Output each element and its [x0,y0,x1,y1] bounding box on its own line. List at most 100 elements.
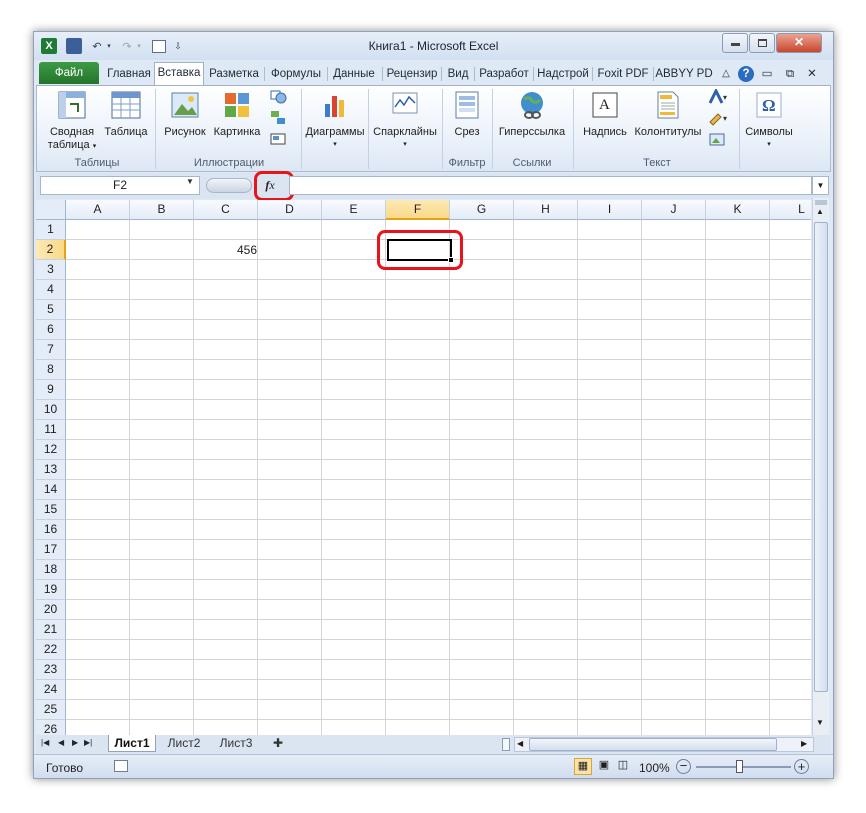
signature-line-button[interactable]: ▾ [705,110,733,128]
row-header-10[interactable]: 10 [36,400,66,420]
row-header-5[interactable]: 5 [36,300,66,320]
column-header-e[interactable]: E [322,200,386,220]
formula-bar-resize-handle[interactable] [206,178,252,193]
sheet-tab-1[interactable]: Лист1 [108,735,156,752]
column-header-j[interactable]: J [642,200,706,220]
select-all-corner[interactable] [36,200,66,220]
tab-split-handle[interactable] [502,738,510,751]
name-box-dropdown-icon[interactable]: ▼ [186,177,194,186]
horizontal-scrollbar[interactable]: ◀ ▶ [514,737,814,752]
row-header-1[interactable]: 1 [36,220,66,240]
row-header-4[interactable]: 4 [36,280,66,300]
row-header-21[interactable]: 21 [36,620,66,640]
row-header-20[interactable]: 20 [36,600,66,620]
row-header-19[interactable]: 19 [36,580,66,600]
row-header-9[interactable]: 9 [36,380,66,400]
row-header-18[interactable]: 18 [36,560,66,580]
help-icon[interactable]: ? [738,66,754,82]
column-header-g[interactable]: G [450,200,514,220]
vertical-scrollbar[interactable]: ▲ ▼ [812,198,829,735]
row-header-11[interactable]: 11 [36,420,66,440]
row-header-23[interactable]: 23 [36,660,66,680]
tab-addins[interactable]: Надстрой [535,64,591,85]
ribbon-insert: Сводная таблица ▾ Таблица Таблицы Рисуно… [36,85,831,172]
column-header-a[interactable]: A [66,200,130,220]
row-header-16[interactable]: 16 [36,520,66,540]
column-header-f[interactable]: F [386,200,450,220]
row-header-2[interactable]: 2 [36,240,66,260]
formula-input[interactable] [289,176,812,195]
page-layout-view-icon[interactable]: ▣ [595,758,613,775]
last-sheet-icon[interactable]: ▶| [84,738,92,747]
tab-foxit-pdf[interactable]: Foxit PDF [594,64,652,85]
tab-formulas[interactable]: Формулы [266,64,326,85]
scroll-left-icon[interactable]: ◀ [517,739,523,748]
picture-label: Рисунок [164,126,206,138]
smartart-button[interactable] [267,110,293,128]
tab-data[interactable]: Данные [328,64,380,85]
row-header-17[interactable]: 17 [36,540,66,560]
row-header-14[interactable]: 14 [36,480,66,500]
scroll-up-icon[interactable]: ▲ [816,207,824,216]
scroll-down-icon[interactable]: ▼ [816,718,824,727]
row-header-22[interactable]: 22 [36,640,66,660]
tab-developer[interactable]: Разработ [476,64,532,85]
sheet-tab-2[interactable]: Лист2 [160,735,208,752]
minimize-ribbon-icon[interactable]: △ [718,64,734,85]
column-header-l[interactable]: L [770,200,811,220]
screenshot-button[interactable] [267,131,293,149]
shapes-button[interactable] [267,89,293,107]
hscroll-thumb[interactable] [529,738,777,751]
zoom-slider-thumb[interactable] [736,760,743,773]
tab-page-layout[interactable]: Разметка [206,64,262,85]
row-header-26[interactable]: 26 [36,720,66,735]
minimize-button[interactable] [722,33,748,53]
zoom-out-icon[interactable]: − [676,759,691,774]
tab-review[interactable]: Рецензир [384,64,440,85]
row-header-25[interactable]: 25 [36,700,66,720]
column-header-i[interactable]: I [578,200,642,220]
row-header-24[interactable]: 24 [36,680,66,700]
row-header-13[interactable]: 13 [36,460,66,480]
row-header-15[interactable]: 15 [36,500,66,520]
column-header-b[interactable]: B [130,200,194,220]
page-break-view-icon[interactable]: ◫ [614,758,632,775]
scroll-thumb[interactable] [814,222,828,692]
zoom-slider[interactable] [696,766,791,768]
close-button[interactable]: ✕ [776,33,822,53]
zoom-level[interactable]: 100% [639,761,670,775]
name-box[interactable]: F2 [40,176,200,195]
zoom-in-icon[interactable]: + [794,759,809,774]
insert-sheet-icon[interactable]: ✚ [266,735,290,752]
tab-insert[interactable]: Вставка [154,62,204,85]
tab-abbyy-pdf[interactable]: ABBYY PD [655,64,713,85]
row-header-8[interactable]: 8 [36,360,66,380]
column-header-h[interactable]: H [514,200,578,220]
tab-file[interactable]: Файл [39,62,99,84]
macro-record-icon[interactable] [114,760,128,772]
workbook-restore-icon[interactable]: ⧉ [782,64,798,85]
next-sheet-icon[interactable]: ▶ [72,738,78,747]
first-sheet-icon[interactable]: |◀ [41,738,49,747]
cell-c2[interactable]: 456 [196,240,260,260]
row-header-7[interactable]: 7 [36,340,66,360]
row-header-12[interactable]: 12 [36,440,66,460]
normal-view-icon[interactable]: ▦ [574,758,592,775]
tab-view[interactable]: Вид [443,64,473,85]
tab-home[interactable]: Главная [101,64,157,85]
scroll-right-icon[interactable]: ▶ [801,739,807,748]
workbook-close-icon[interactable]: ✕ [804,64,820,85]
column-header-k[interactable]: K [706,200,770,220]
restore-button[interactable] [749,33,775,53]
expand-formula-bar-icon[interactable]: ▼ [812,176,829,195]
wordart-button[interactable]: ▾ [705,87,733,107]
workbook-minimize-icon[interactable]: ▭ [759,64,775,85]
prev-sheet-icon[interactable]: ◀ [58,738,64,747]
row-header-3[interactable]: 3 [36,260,66,280]
column-header-c[interactable]: C [194,200,258,220]
column-header-d[interactable]: D [258,200,322,220]
sheet-tab-3[interactable]: Лист3 [212,735,260,752]
split-box[interactable] [815,200,827,205]
object-button[interactable] [705,131,733,149]
row-header-6[interactable]: 6 [36,320,66,340]
